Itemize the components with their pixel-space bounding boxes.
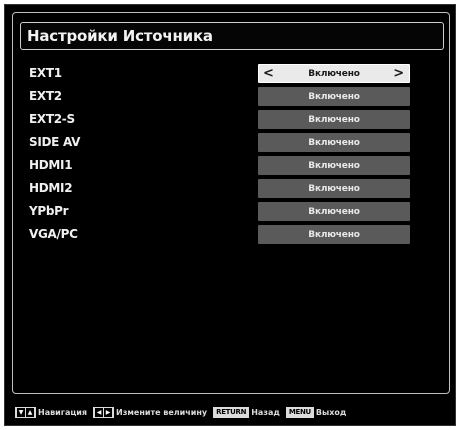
source-row-hdmi2[interactable]: HDMI2 Включено: [13, 178, 449, 201]
help-navigate: ▼ ▲ Навигация: [15, 406, 88, 418]
source-label: SIDE AV: [29, 135, 81, 149]
source-settings-panel: Настройки Источника EXT1 < Включено > EX…: [12, 12, 450, 394]
help-bar: ▼ ▲ Навигация ◀ ▶ Измените величину RETU…: [15, 405, 346, 419]
source-row-ypbpr[interactable]: YPbPr Включено: [13, 201, 449, 224]
source-row-vga-pc[interactable]: VGA/PC Включено: [13, 224, 449, 247]
help-back: RETURN Назад: [213, 406, 280, 418]
source-value[interactable]: Включено: [258, 133, 410, 152]
help-exit: MENU Выход: [285, 406, 347, 418]
source-row-side-av[interactable]: SIDE AV Включено: [13, 132, 449, 155]
help-back-label: Назад: [251, 407, 280, 417]
source-row-ext2-s[interactable]: EXT2-S Включено: [13, 109, 449, 132]
source-label: HDMI1: [29, 158, 73, 172]
tv-screen: Настройки Источника EXT1 < Включено > EX…: [4, 4, 456, 426]
page-title: Настройки Источника: [27, 27, 213, 45]
chevron-left-icon[interactable]: <: [263, 66, 274, 81]
source-value[interactable]: Включено: [258, 179, 410, 198]
help-exit-label: Выход: [315, 407, 347, 417]
source-label: VGA/PC: [29, 227, 78, 241]
source-label: HDMI2: [29, 181, 73, 195]
source-label: EXT1: [29, 66, 62, 80]
chevron-right-icon[interactable]: >: [393, 66, 404, 81]
left-right-arrows-icon: ◀ ▶: [93, 406, 115, 418]
source-value-selector[interactable]: < Включено >: [258, 64, 410, 83]
source-row-ext2[interactable]: EXT2 Включено: [13, 86, 449, 109]
source-value[interactable]: Включено: [258, 87, 410, 106]
source-label: YPbPr: [29, 204, 69, 218]
source-row-ext1[interactable]: EXT1 < Включено >: [13, 63, 449, 86]
help-change-label: Измените величину: [116, 407, 208, 417]
source-label: EXT2-S: [29, 112, 75, 126]
source-value[interactable]: Включено: [258, 202, 410, 221]
source-label: EXT2: [29, 89, 62, 103]
up-down-arrows-icon: ▼ ▲: [15, 406, 36, 418]
source-value[interactable]: Включено: [258, 156, 410, 175]
help-change-value: ◀ ▶ Измените величину: [93, 406, 208, 418]
source-value[interactable]: Включено: [258, 225, 410, 244]
source-row-hdmi1[interactable]: HDMI1 Включено: [13, 155, 449, 178]
title-bar: Настройки Источника: [20, 22, 444, 50]
source-value[interactable]: Включено: [258, 110, 410, 129]
source-value: Включено: [308, 68, 360, 79]
return-key-icon: RETURN: [213, 406, 250, 418]
help-navigate-label: Навигация: [38, 407, 88, 417]
source-list: EXT1 < Включено > EXT2 Включено EXT2-S В…: [13, 63, 449, 247]
menu-key-icon: MENU: [285, 406, 314, 418]
